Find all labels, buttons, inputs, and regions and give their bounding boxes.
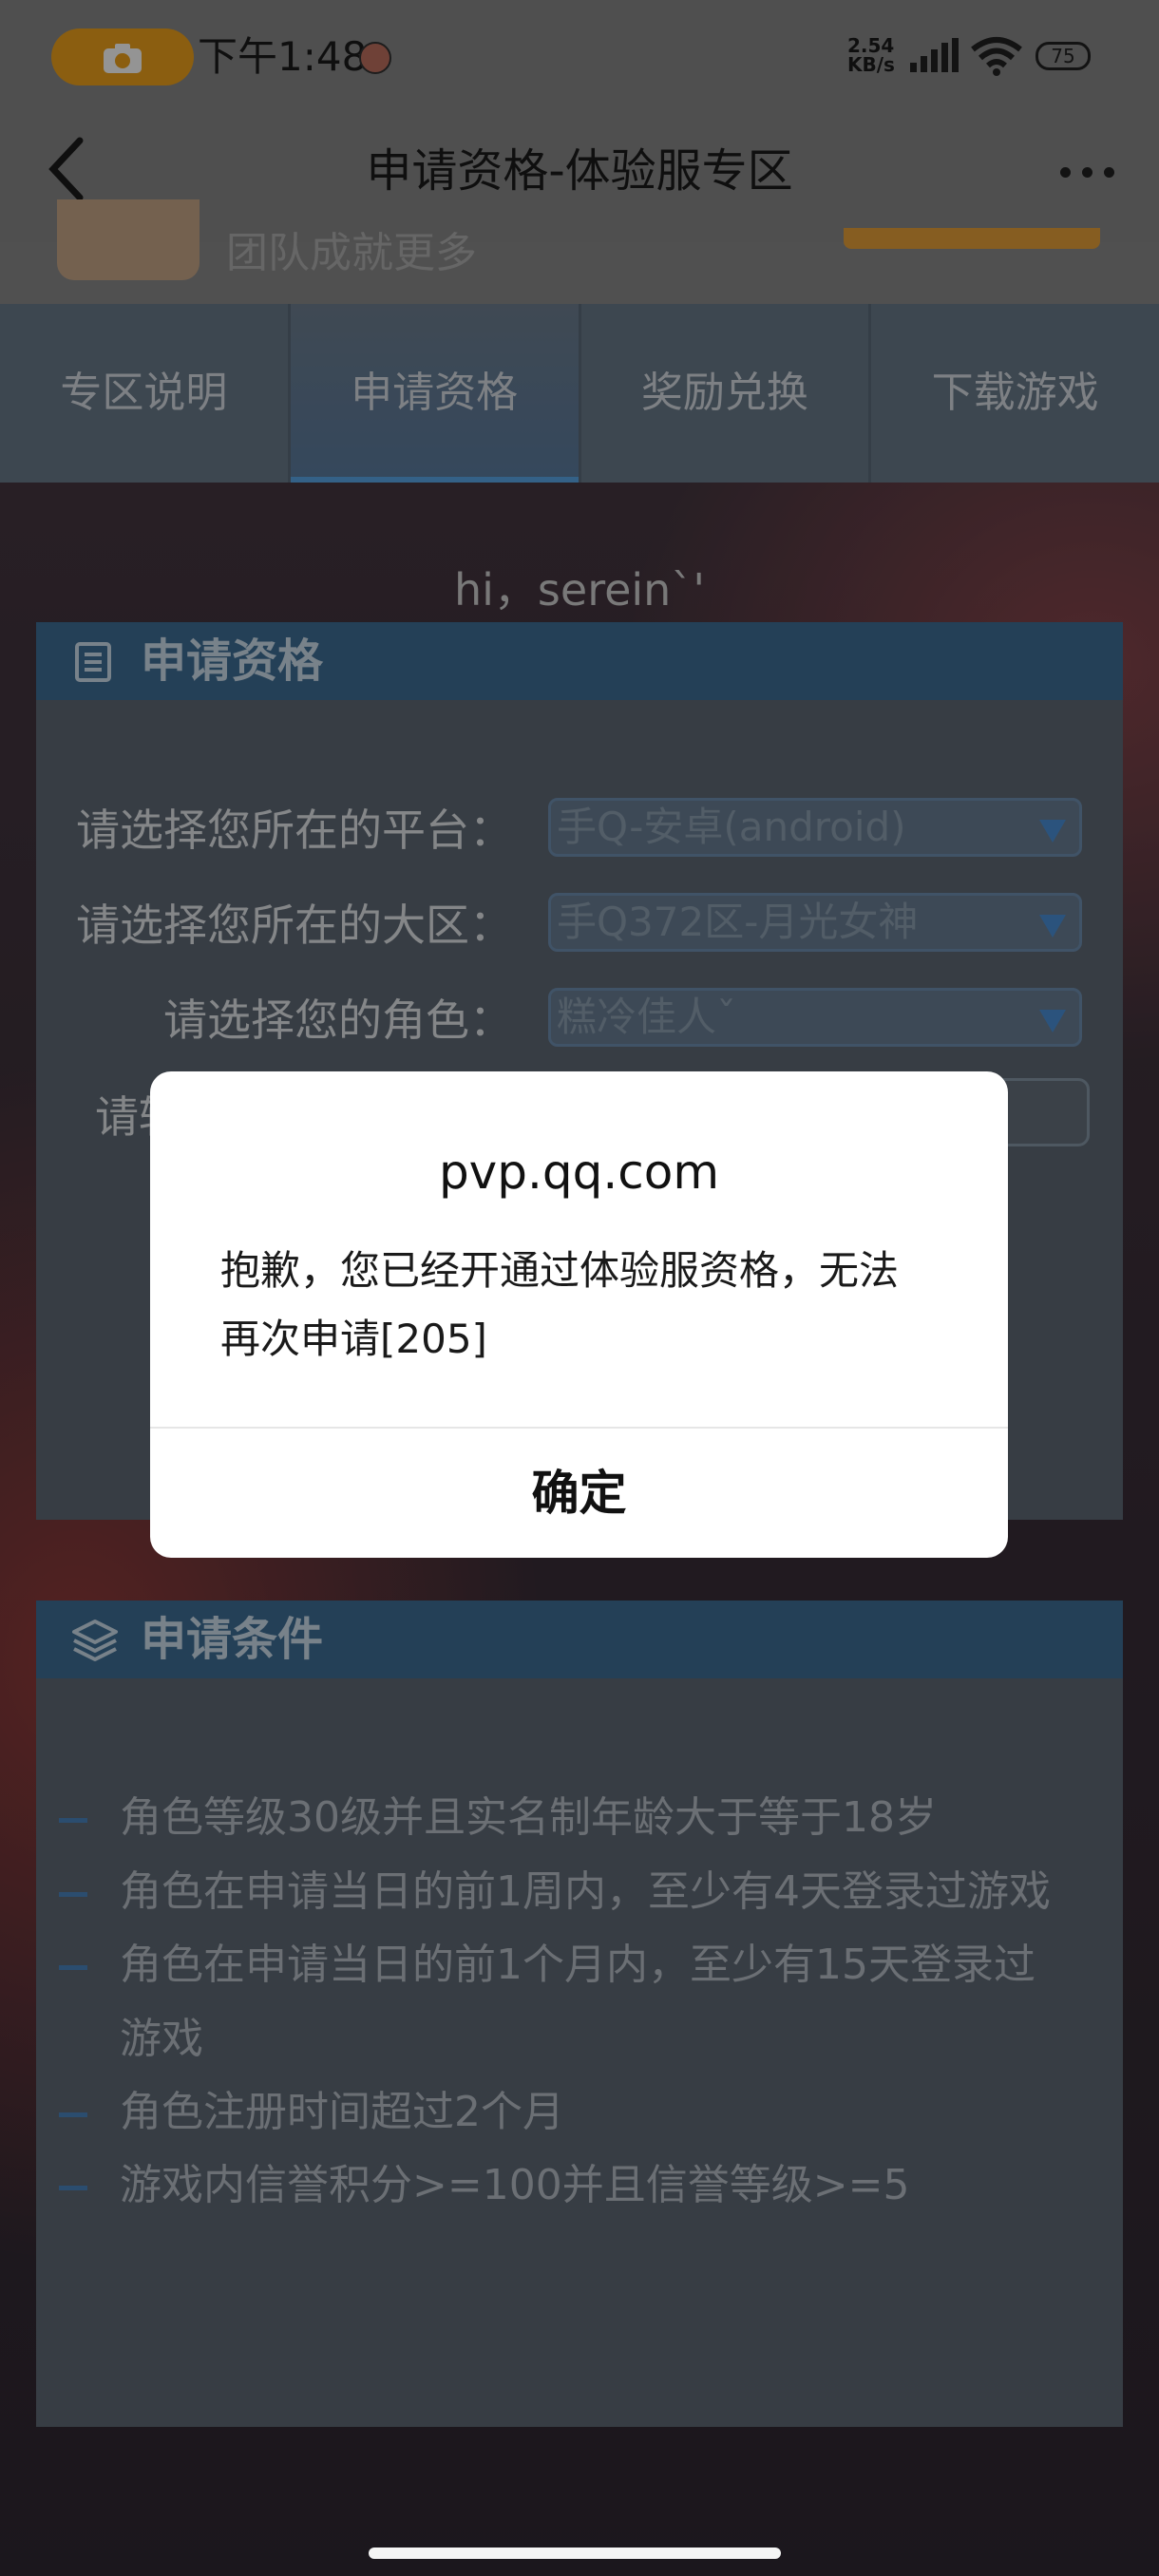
dialog-message-line-1: 抱歉，您已经开通过体验服资格，无法	[220, 1247, 900, 1294]
dialog-message-line-2: 再次申请[205]	[220, 1316, 487, 1362]
dialog-title: pvp.qq.com	[438, 1145, 720, 1200]
home-indicator[interactable]	[369, 2548, 781, 2559]
dialog-message: 抱歉，您已经开通过体验服资格，无法 再次申请[205]	[220, 1237, 942, 1373]
confirm-button[interactable]: 确定	[150, 1429, 1008, 1558]
